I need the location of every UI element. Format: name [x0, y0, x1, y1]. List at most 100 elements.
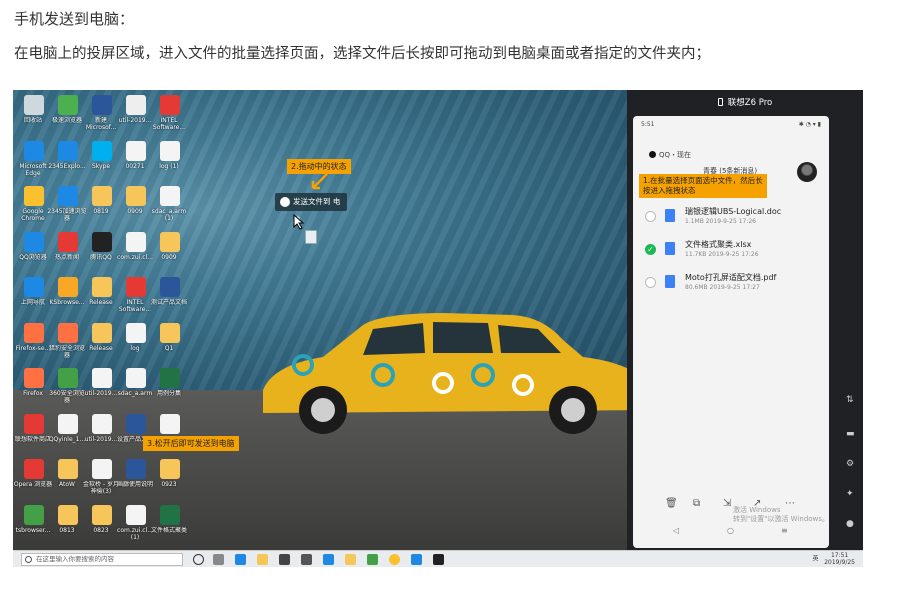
- desktop-icon[interactable]: 热点新闻: [51, 230, 83, 270]
- desktop-icon[interactable]: com.zui.cl... (1): [117, 503, 153, 543]
- file-meta: 1.1MB 2019-9-25 17:26: [685, 218, 756, 225]
- chrome-icon[interactable]: [389, 554, 400, 565]
- mail-icon[interactable]: [301, 554, 312, 565]
- file-checkbox[interactable]: [645, 277, 656, 288]
- desktop-icon[interactable]: KSbrowse...: [49, 275, 85, 315]
- qq-browser-icon[interactable]: [411, 554, 422, 565]
- desktop-icon[interactable]: Microsoft Edge: [17, 139, 49, 179]
- desktop-icon[interactable]: 画廊使用说明: [117, 457, 153, 497]
- desktop-icon[interactable]: Firefox: [17, 366, 49, 406]
- 360-browser-icon[interactable]: [367, 554, 378, 565]
- desktop-icon[interactable]: util-2019...: [85, 412, 117, 452]
- taskbar-search-input[interactable]: 在这里输入你要搜索的内容: [21, 553, 183, 566]
- file-explorer-icon[interactable]: [257, 554, 268, 565]
- recents-icon[interactable]: ≡: [781, 526, 788, 535]
- desktop-icon[interactable]: AtoW: [51, 457, 83, 497]
- desktop-icon-glyph: [92, 459, 112, 479]
- desktop-icon-glyph: [126, 322, 146, 343]
- rotate-icon[interactable]: ⇅: [846, 396, 855, 405]
- edge-icon[interactable]: [235, 554, 246, 565]
- copy-icon[interactable]: ⧉: [693, 498, 700, 509]
- keyboard-icon[interactable]: ▬: [846, 430, 855, 439]
- desktop-icon[interactable]: 0909: [119, 184, 151, 224]
- yellow-car-illustration: [263, 313, 656, 434]
- file-row[interactable]: ✓ 文件格式聚类.xlsx 11.7KB 2019-9-25 17:26: [639, 237, 823, 263]
- desktop-icon[interactable]: Skype: [85, 139, 117, 179]
- desktop-icon-glyph: [58, 322, 78, 343]
- ie-icon[interactable]: [323, 554, 334, 565]
- pin-icon[interactable]: ✦: [846, 490, 855, 499]
- desktop-icon[interactable]: 0819: [85, 184, 117, 224]
- delete-icon[interactable]: 🗑: [665, 498, 678, 509]
- desktop-icon[interactable]: Firefox-se...: [16, 321, 50, 361]
- desktop-icon[interactable]: 0909: [153, 230, 185, 270]
- file-checkbox[interactable]: ✓: [645, 244, 656, 255]
- desktop-icon[interactable]: 用例分集: [153, 366, 185, 406]
- desktop-icon[interactable]: 360安全浏览器: [49, 366, 85, 406]
- desktop-icon[interactable]: tsbrowser...: [16, 503, 50, 543]
- desktop-icon[interactable]: 2345Explo...: [48, 139, 86, 179]
- store-icon[interactable]: [279, 554, 290, 565]
- desktop-icon[interactable]: 0823: [85, 503, 117, 543]
- desktop-icon-glyph: [58, 277, 78, 297]
- file-row[interactable]: 瑞银逻辑UBS-Logical.doc 1.1MB 2019-9-25 17:26: [639, 204, 823, 230]
- task-view-icon[interactable]: [213, 554, 224, 565]
- file-name: 文件格式聚类.xlsx: [685, 240, 752, 249]
- desktop-icon[interactable]: INTEL Software...: [153, 93, 185, 133]
- desktop-icon-glyph: [24, 459, 44, 479]
- desktop-icon[interactable]: QQyinle_1...: [49, 412, 85, 452]
- file-row[interactable]: Moto打孔屏适配文档.pdf 80.6MB 2019-9-25 17:27: [639, 270, 823, 296]
- desktop-icon[interactable]: Google Chrome: [17, 184, 49, 224]
- desktop-icon[interactable]: QQ浏览器: [17, 230, 49, 270]
- desktop-icon[interactable]: sdac_a.arm (1): [152, 184, 186, 224]
- desktop-icon[interactable]: 极速浏览器: [51, 93, 83, 133]
- system-tray[interactable]: 英 17:51 2019/9/25: [812, 552, 855, 566]
- desktop-icon-glyph: [24, 95, 44, 115]
- back-icon[interactable]: ◁: [673, 526, 679, 535]
- folder-icon[interactable]: [345, 554, 356, 565]
- desktop-icon[interactable]: 回收站: [17, 93, 49, 133]
- callout-select: 1.在批量选择页面选中文件，然后长按进入拖拽状态: [639, 174, 767, 198]
- desktop-icon[interactable]: Opera 浏览器: [14, 457, 52, 497]
- desktop-icon[interactable]: 测试产品文档: [151, 275, 187, 315]
- desktop-icon[interactable]: Release: [85, 275, 117, 315]
- file-checkbox[interactable]: [645, 211, 656, 222]
- desktop-icon-glyph: [58, 459, 78, 479]
- search-icon: [25, 556, 32, 563]
- desktop-icon[interactable]: Release: [85, 321, 117, 361]
- document-icon: [665, 209, 675, 222]
- desktop-icon[interactable]: 0923: [153, 457, 185, 497]
- desktop-icon-glyph: [160, 322, 180, 343]
- desktop-icon[interactable]: 0813: [51, 503, 83, 543]
- callout-release: 3.松开后即可发送到电脑: [143, 436, 239, 451]
- input-language[interactable]: 英: [812, 556, 818, 563]
- qq-icon[interactable]: [433, 554, 444, 565]
- close-circle-icon[interactable]: ●: [846, 520, 855, 529]
- move-icon[interactable]: ⇲: [723, 498, 731, 509]
- desktop-icon[interactable]: INTEL Software...: [119, 275, 151, 315]
- phone-screen[interactable]: 5:51 ✱ ◔ ▾ ▮ QQ・现在 青春 (5条新消息) 1.在批量选择页面选…: [633, 116, 829, 548]
- desktop-icon[interactable]: Q1: [153, 321, 185, 361]
- desktop-icon[interactable]: 2345加速浏览器: [47, 184, 87, 224]
- desktop-icon[interactable]: log: [119, 321, 151, 361]
- desktop-icon[interactable]: 文件格式聚类: [151, 503, 187, 543]
- desktop-icon[interactable]: 新建 Microsof...: [85, 93, 117, 133]
- desktop-icon-glyph: [58, 368, 78, 388]
- desktop-icon[interactable]: util-2019...: [119, 93, 151, 133]
- desktop-icon[interactable]: 猎豹安全浏览器: [49, 321, 85, 361]
- desktop-icon[interactable]: 上网导航: [17, 275, 49, 315]
- desktop-icon[interactable]: com.zui.cl...: [117, 230, 153, 270]
- desktop-icon[interactable]: sdac_a.arm: [118, 366, 152, 406]
- phone-status-icons: ✱ ◔ ▾ ▮: [798, 121, 821, 128]
- cortana-icon[interactable]: [193, 554, 204, 565]
- desktop-icon[interactable]: 联想软件商店: [15, 412, 51, 452]
- desktop-icon[interactable]: 腾讯QQ: [85, 230, 117, 270]
- desktop-icon-glyph: [58, 140, 78, 161]
- desktop-icon[interactable]: 00271: [119, 139, 151, 179]
- home-icon[interactable]: ○: [727, 526, 734, 535]
- desktop-icon[interactable]: 金软桥 - 岁月神偷(3): [83, 457, 119, 497]
- desktop-icon[interactable]: log (1): [153, 139, 185, 179]
- desktop-icon[interactable]: util-2019...: [85, 366, 117, 406]
- desktop-icon-glyph: [160, 368, 180, 388]
- settings-icon[interactable]: ⚙: [846, 460, 855, 469]
